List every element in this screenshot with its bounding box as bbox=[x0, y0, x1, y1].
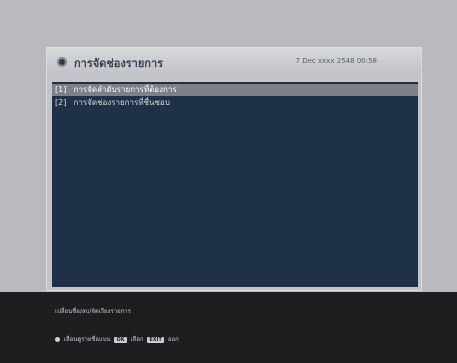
navigate-label: เลื่อนดูรายชื่อแบบ bbox=[63, 336, 111, 343]
select-label: เลือก bbox=[130, 336, 144, 343]
menu-list: [1] การจัดลำดับรายการที่ต้องการ [2] การจ… bbox=[52, 82, 418, 287]
navigate-icon bbox=[55, 337, 60, 342]
exit-label: ออก bbox=[167, 336, 179, 343]
menu-item-favorite-channels[interactable]: [2] การจัดช่องรายการที่ชื่นชอบ bbox=[52, 97, 418, 109]
menu-item-label: การจัดช่องรายการที่ชื่นชอบ bbox=[73, 98, 170, 107]
satellite-icon bbox=[57, 57, 67, 67]
exit-key-icon: EXIT bbox=[147, 337, 164, 343]
menu-item-number: [2] bbox=[55, 98, 67, 107]
panel-title: การจัดช่องรายการ bbox=[74, 57, 164, 70]
date-time: 7 Dec xxxx 2548 00:58 bbox=[295, 57, 377, 65]
status-bar: เปลี่ยนชื่อ/ลบ/จัดเรียงรายการ เลื่อนดูรา… bbox=[0, 292, 457, 363]
panel-header: การจัดช่องรายการ 7 Dec xxxx 2548 00:58 bbox=[47, 48, 421, 76]
menu-item-number: [1] bbox=[55, 85, 67, 94]
menu-item-label: การจัดลำดับรายการที่ต้องการ bbox=[73, 85, 177, 94]
channel-management-panel: การจัดช่องรายการ 7 Dec xxxx 2548 00:58 [… bbox=[46, 47, 422, 291]
hint-keys: เลื่อนดูรายชื่อแบบ OK เลือก EXIT ออก bbox=[55, 334, 179, 344]
ok-key-icon: OK bbox=[114, 337, 127, 343]
menu-item-favorite-order[interactable]: [1] การจัดลำดับรายการที่ต้องการ bbox=[52, 84, 418, 96]
hint-description: เปลี่ยนชื่อ/ลบ/จัดเรียงรายการ bbox=[55, 308, 131, 315]
